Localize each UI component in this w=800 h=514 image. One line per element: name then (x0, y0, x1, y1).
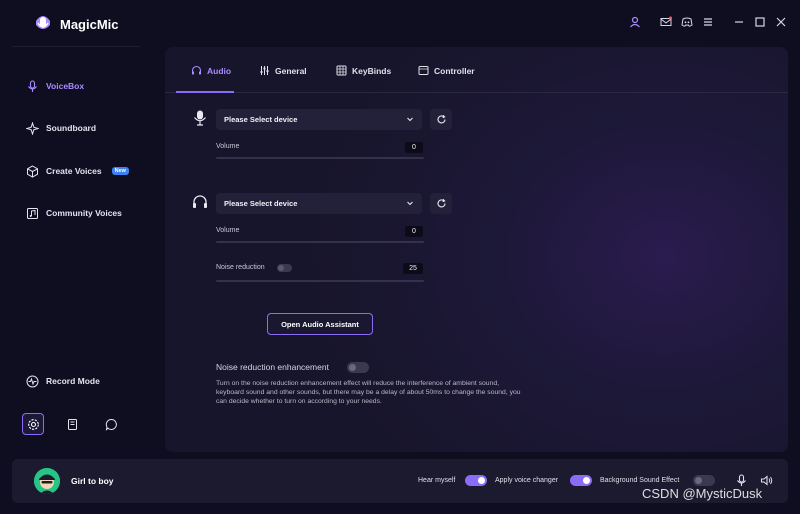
close-icon[interactable] (774, 15, 788, 29)
noise-reduction-toggle[interactable] (277, 264, 292, 272)
background-sound-effect-label: Background Sound Effect (600, 477, 680, 484)
select-value: Please Select device (224, 199, 298, 208)
noise-reduction-enhancement-label: Noise reduction enhancement (216, 362, 329, 372)
sidebar-item-label: VoiceBox (46, 81, 85, 91)
refresh-icon (437, 114, 446, 124)
tab-label: Controller (434, 65, 475, 76)
tab-keybinds[interactable]: KeyBinds (336, 65, 391, 76)
open-audio-assistant-button[interactable]: Open Audio Assistant (267, 313, 373, 335)
sidebar-item-community-voices[interactable]: Community Voices (26, 203, 122, 223)
sidebar-item-label: Community Voices (46, 208, 122, 218)
apply-voice-changer-toggle[interactable] (570, 475, 592, 486)
chevron-down-icon (407, 201, 413, 206)
controller-icon (418, 66, 429, 75)
boy-avatar-icon (34, 468, 60, 494)
settings-button[interactable] (22, 413, 44, 435)
microphone-volume-value[interactable]: 0 (405, 142, 423, 153)
headphones-volume-label: Volume (216, 227, 240, 234)
headset-icon (193, 195, 207, 208)
app-title: MagicMic (60, 17, 119, 32)
settings-tabs: Audio General KeyBinds Controller (165, 47, 788, 93)
menu-icon[interactable] (701, 15, 715, 29)
sidebar-item-label: Soundboard (46, 123, 97, 133)
record-mode-label: Record Mode (46, 376, 100, 386)
sidebar-item-create-voices[interactable]: Create Voices New (26, 161, 129, 181)
hear-myself-label: Hear myself (418, 477, 456, 484)
sliders-icon (260, 66, 269, 75)
app-window: MagicMic VoiceBox Soundboard Create Voic… (0, 0, 800, 514)
select-value: Please Select device (224, 115, 298, 124)
noise-reduction-slider[interactable] (216, 280, 424, 282)
guide-button[interactable] (61, 413, 83, 435)
watermark-text: CSDN @MysticDusk (642, 486, 763, 501)
noise-reduction-value[interactable]: 25 (403, 263, 423, 274)
tab-label: Audio (207, 65, 232, 76)
minimize-icon[interactable] (732, 15, 746, 29)
tab-general[interactable]: General (259, 65, 307, 76)
keyboard-icon (336, 65, 347, 76)
hear-myself-toggle[interactable] (465, 475, 487, 486)
tab-audio[interactable]: Audio (191, 65, 231, 76)
mic-icon (28, 79, 37, 92)
microphone-select[interactable]: Please Select device (216, 109, 422, 130)
user-icon[interactable] (628, 15, 642, 29)
headphones-refresh-button[interactable] (430, 193, 452, 214)
sidebar-item-voicebox[interactable]: VoiceBox (26, 76, 84, 96)
tab-label: KeyBinds (352, 65, 392, 76)
settings-icon (27, 418, 39, 430)
background-sound-effect-toggle[interactable] (693, 475, 715, 486)
chat-icon (105, 418, 117, 431)
feedback-button[interactable] (100, 413, 122, 435)
headphones-icon (191, 65, 202, 75)
headphones-select[interactable]: Please Select device (216, 193, 422, 214)
sparkle-icon (26, 121, 39, 135)
noise-reduction-enhancement-description: Turn on the noise reduction enhancement … (216, 380, 521, 405)
chevron-down-icon (407, 117, 413, 122)
noise-reduction-label: Noise reduction (216, 264, 265, 271)
maximize-icon[interactable] (753, 15, 767, 29)
active-tab-indicator (176, 91, 234, 93)
new-badge: New (111, 167, 129, 175)
apply-voice-changer-label: Apply voice changer (495, 477, 559, 484)
refresh-icon (437, 198, 446, 208)
magicmic-logo-icon (36, 16, 50, 29)
music-folder-icon (27, 207, 38, 219)
headphones-volume-slider[interactable] (216, 241, 424, 243)
sidebar-item-soundboard[interactable]: Soundboard (26, 118, 96, 138)
book-icon (67, 418, 77, 430)
settings-panel: Audio General KeyBinds Controller Please… (165, 47, 788, 452)
title-bar: MagicMic (0, 0, 800, 46)
hexagon-icon (27, 164, 38, 178)
microphone-refresh-button[interactable] (430, 109, 452, 130)
headphones-volume-value[interactable]: 0 (405, 226, 423, 237)
microphone-volume-slider[interactable] (216, 157, 424, 159)
current-voice-name: Girl to boy (71, 476, 114, 486)
microphone-icon (194, 110, 206, 126)
record-mode-button[interactable]: Record Mode (26, 371, 100, 391)
sidebar: VoiceBox Soundboard Create Voices New Co… (0, 46, 155, 456)
discord-icon[interactable] (680, 15, 694, 29)
sidebar-item-label: Create Voices (46, 166, 102, 176)
mail-icon[interactable] (659, 15, 673, 29)
tab-controller[interactable]: Controller (418, 65, 475, 76)
voice-avatar (34, 468, 60, 494)
microphone-volume-label: Volume (216, 143, 240, 150)
noise-reduction-enhancement-toggle[interactable] (347, 362, 369, 373)
tab-label: General (275, 65, 307, 76)
waveform-icon (26, 375, 39, 387)
